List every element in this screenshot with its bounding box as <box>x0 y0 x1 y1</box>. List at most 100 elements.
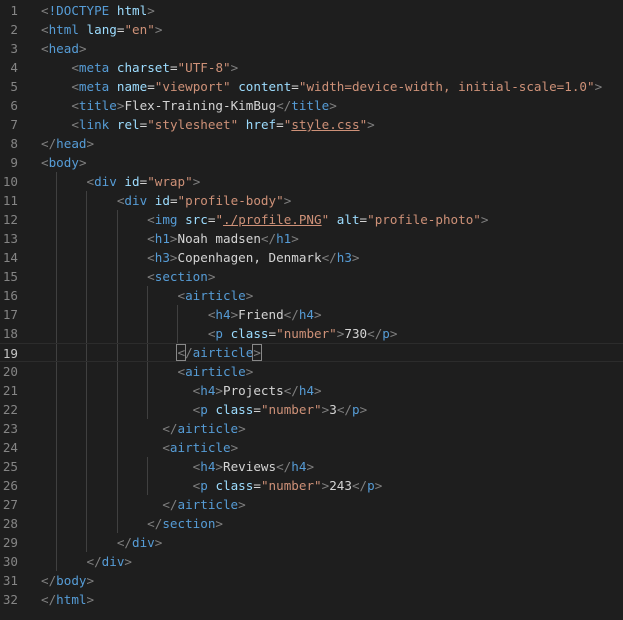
attribute-name-token: class <box>215 478 254 493</box>
punctuation-token: </ <box>260 231 277 246</box>
text-token: = <box>276 117 284 132</box>
punctuation-token: </ <box>283 383 299 398</box>
line-number: 12 <box>2 212 18 227</box>
line-number: 9 <box>10 155 18 170</box>
punctuation-token: > <box>389 326 398 341</box>
text-token: = <box>169 60 178 75</box>
code-line[interactable]: 21 <h4>Projects</h4> <box>0 381 623 400</box>
code-line[interactable]: 4 <meta charset="UTF-8"> <box>0 58 623 77</box>
code-line[interactable]: 5 <meta name="viewport" content="width=de… <box>0 77 623 96</box>
link-token: ./profile.PNG <box>223 212 322 227</box>
code-line[interactable]: 18 <p class="number">730</p> <box>0 324 623 343</box>
code-line[interactable]: 11 <div id="profile-body"> <box>0 191 623 210</box>
string-token: "number" <box>276 326 337 341</box>
punctuation-token: < <box>71 98 79 113</box>
punctuation-token: / <box>185 345 193 360</box>
text-token: = <box>253 478 261 493</box>
code-line[interactable]: 16 <airticle> <box>0 286 623 305</box>
tag-name-token: meta <box>78 60 110 75</box>
punctuation-token: > <box>367 117 375 132</box>
line-number: 4 <box>10 60 18 75</box>
code-line[interactable]: 25 <h4>Reviews</h4> <box>0 457 623 476</box>
code-line[interactable]: 23 </airticle> <box>0 419 623 438</box>
code-line[interactable]: 9 <body> <box>0 153 623 172</box>
punctuation-token: </ <box>116 535 132 550</box>
attribute-name-token: class <box>230 326 269 341</box>
line-number: 27 <box>2 497 18 512</box>
punctuation-token: < <box>71 79 79 94</box>
punctuation-token: </ <box>321 250 337 265</box>
attribute-name-token: id <box>154 193 170 208</box>
code-line[interactable]: 6 <title>Flex-Training-KimBug</title> <box>0 96 623 115</box>
code-line[interactable]: 7 <link rel="stylesheet" href="style.css"… <box>0 115 623 134</box>
code-line[interactable]: 15 <section> <box>0 267 623 286</box>
code-text: </div> <box>117 533 163 552</box>
code-text: <div id="wrap"> <box>86 172 200 191</box>
code-editor[interactable]: 1 <!DOCTYPE html> 2 <html lang="en"> 3 <head>… <box>0 0 623 620</box>
code-line[interactable]: 13 <h1>Noah madsen</h1> <box>0 229 623 248</box>
line-number: 24 <box>2 440 18 455</box>
string-token: "number" <box>260 402 322 417</box>
code-line[interactable]: 1 <!DOCTYPE html> <box>0 1 623 20</box>
code-line[interactable]: 29 </div> <box>0 533 623 552</box>
punctuation-token: </ <box>41 573 57 588</box>
punctuation-token: < <box>41 3 49 18</box>
string-token: "width=device-width, initial-scale=1.0" <box>298 79 595 94</box>
punctuation-token: > <box>245 288 254 303</box>
code-line[interactable]: 30 </div> <box>0 552 623 571</box>
tag-name-token: title <box>78 98 117 113</box>
line-number: 16 <box>2 288 18 303</box>
punctuation-token: </ <box>283 307 299 322</box>
code-line[interactable]: 14 <h3>Copenhagen, Denmark</h3> <box>0 248 623 267</box>
punctuation-token: > <box>230 440 239 455</box>
punctuation-token: </ <box>41 136 57 151</box>
punctuation-token: < <box>41 155 49 170</box>
code-line[interactable]: 19 </airticle> <box>0 343 623 362</box>
code-line[interactable]: 3 <head> <box>0 39 623 58</box>
code-text: <h1>Noah madsen</h1> <box>147 229 299 248</box>
line-number: 5 <box>10 79 18 94</box>
tag-name-token: body <box>48 155 79 170</box>
code-line[interactable]: 32 </html> <box>0 590 623 609</box>
code-line[interactable]: 17 <h4>Friend</h4> <box>0 305 623 324</box>
line-number: 3 <box>10 41 18 56</box>
code-line[interactable]: 27 </airticle> <box>0 495 623 514</box>
tag-name-token: airticle <box>177 497 239 512</box>
punctuation-token: < <box>147 231 155 246</box>
tag-name-token: div <box>124 193 148 208</box>
line-number: 22 <box>2 402 18 417</box>
line-number: 20 <box>2 364 18 379</box>
code-line[interactable]: 22 <p class="number">3</p> <box>0 400 623 419</box>
tag-name-token: h4 <box>200 459 216 474</box>
text-token: Noah madsen <box>177 231 261 246</box>
punctuation-token: < <box>71 117 79 132</box>
punctuation-token: > <box>594 79 603 94</box>
punctuation-token: < <box>86 174 95 189</box>
code-line[interactable]: 8 </head> <box>0 134 623 153</box>
punctuation-token: > <box>283 193 292 208</box>
code-line[interactable]: 10 <div id="wrap"> <box>0 172 623 191</box>
punctuation-token: > <box>192 174 201 189</box>
tag-name-token: airticle <box>185 288 246 303</box>
line-number: 15 <box>2 269 18 284</box>
line-number: 19 <box>2 346 18 361</box>
code-line[interactable]: 26 <p class="number">243</p> <box>0 476 623 495</box>
code-line[interactable]: 28 </section> <box>0 514 623 533</box>
punctuation-token: < <box>147 250 155 265</box>
code-line[interactable]: 24 <airticle> <box>0 438 623 457</box>
code-text: <meta charset="UTF-8"> <box>71 58 238 77</box>
tag-name-token: h4 <box>200 383 216 398</box>
code-line[interactable]: 20 <airticle> <box>0 362 623 381</box>
text-token: = <box>253 402 261 417</box>
code-line[interactable]: 2 <html lang="en"> <box>0 20 623 39</box>
code-text: <div id="profile-body"> <box>117 191 291 210</box>
code-line[interactable]: 31 </body> <box>0 571 623 590</box>
punctuation-token: > <box>124 554 132 569</box>
tag-name-token: div <box>132 535 155 550</box>
tag-name-token: div <box>94 174 117 189</box>
code-line[interactable]: 12 <img src="./profile.PNG" alt="profile-… <box>0 210 623 229</box>
text-token: 243 <box>329 478 352 493</box>
matching-bracket-token: > <box>252 344 262 361</box>
attribute-name-token: name <box>116 79 148 94</box>
